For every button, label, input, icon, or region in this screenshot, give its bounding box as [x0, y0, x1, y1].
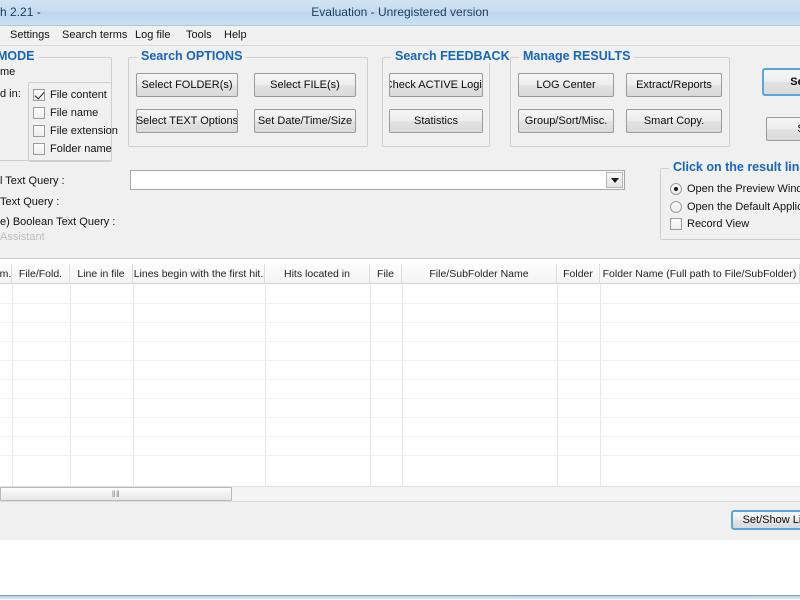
grid-row-divider	[0, 341, 800, 342]
grid-row-divider	[0, 379, 800, 380]
set-show-lines-button[interactable]: Set/Show Lin	[731, 510, 800, 530]
text-query-input[interactable]	[134, 173, 599, 188]
column-header-num[interactable]: m.	[0, 264, 12, 284]
checkbox-folder-name[interactable]: Folder name	[33, 143, 112, 155]
search-options-title: Search OPTIONS	[137, 49, 247, 63]
title-bar-center-text: Evaluation - Unregistered version	[311, 5, 489, 19]
column-header-line-in-file[interactable]: Line in file	[70, 264, 133, 284]
mode-find-in-label: d in:	[0, 88, 21, 100]
horizontal-scrollbar-track[interactable]: ‖‖	[0, 486, 800, 501]
query-assistant-label: Assistant	[0, 231, 45, 243]
group-sort-misc-button[interactable]: Group/Sort/Misc.	[518, 109, 614, 133]
select-files-button[interactable]: Select FILE(s)	[254, 73, 356, 97]
menu-item-settings[interactable]: Settings	[10, 29, 50, 41]
select-folders-button[interactable]: Select FOLDER(s)	[136, 73, 238, 97]
query-label-text-query-2: Text Query :	[0, 196, 60, 208]
result-line-title: Click on the result line	[669, 160, 800, 174]
manage-results-title: Manage RESULTS	[519, 49, 635, 63]
checkbox-record-view-label: Record View	[687, 218, 750, 230]
column-header-file-fold[interactable]: File/Fold.	[12, 264, 70, 284]
search-button[interactable]: Se	[762, 68, 800, 96]
checkbox-record-view[interactable]: Record View	[670, 218, 749, 230]
smart-copy-button[interactable]: Smart Copy.	[626, 109, 722, 133]
manage-results-groupbox: Manage RESULTS	[510, 49, 730, 147]
column-header-folder-name-full-path[interactable]: Folder Name (Full path to File/SubFolder…	[600, 264, 800, 284]
checkbox-file-extension[interactable]: File extension	[33, 125, 118, 137]
grid-row-divider	[0, 322, 800, 323]
grid-row-divider	[0, 436, 800, 437]
radio-open-preview-window-dot	[670, 183, 682, 195]
search-feedback-groupbox: Search FEEDBACK	[382, 49, 514, 147]
check-active-logic-button[interactable]: Check ACTIVE Logic	[389, 73, 483, 97]
column-header-lines-begin[interactable]: Lines begin with the first hit.	[133, 264, 265, 284]
column-header-file-subfolder-name[interactable]: File/SubFolder Name	[402, 264, 557, 284]
grid-row-divider	[0, 455, 800, 456]
stop-button[interactable]: S	[766, 117, 800, 141]
chevron-down-icon[interactable]	[606, 172, 623, 188]
desktop-bottom-edge	[0, 595, 800, 599]
mode-groupbox-title: MODE	[0, 49, 39, 63]
title-bar[interactable]: h 2.21 - Evaluation - Unregistered versi…	[0, 0, 800, 26]
radio-open-default-application[interactable]: Open the Default Applicatio	[670, 201, 800, 213]
results-grid-header: m. File/Fold. Line in file Lines begin w…	[0, 264, 800, 284]
radio-open-preview-window[interactable]: Open the Preview Window	[670, 183, 800, 195]
radio-open-preview-window-label: Open the Preview Window	[687, 183, 800, 195]
menu-bar: Settings Search terms Log file Tools Hel…	[0, 26, 800, 46]
menu-item-log-file[interactable]: Log file	[135, 29, 170, 41]
query-label-text-query-1: l Text Query :	[0, 175, 65, 187]
menu-item-help[interactable]: Help	[224, 29, 247, 41]
statistics-button[interactable]: Statistics	[389, 109, 483, 133]
select-text-options-button[interactable]: Select TEXT Options	[136, 109, 238, 133]
column-header-folder[interactable]: Folder	[557, 264, 600, 284]
checkbox-file-extension-box	[33, 125, 45, 137]
menu-item-search-terms[interactable]: Search terms	[62, 29, 127, 41]
grid-row-divider	[0, 398, 800, 399]
log-center-button[interactable]: LOG Center	[518, 73, 614, 97]
radio-open-default-application-dot	[670, 201, 682, 213]
column-header-hits-located[interactable]: Hits located in	[265, 264, 370, 284]
grid-row-divider	[0, 303, 800, 304]
horizontal-scrollbar-thumb[interactable]: ‖‖	[0, 487, 232, 501]
text-query-combobox[interactable]	[130, 170, 625, 190]
checkbox-file-extension-label: File extension	[50, 125, 118, 137]
grid-row-divider	[0, 360, 800, 361]
menu-item-tools[interactable]: Tools	[186, 29, 212, 41]
checkbox-file-content-label: File content	[50, 89, 107, 101]
search-feedback-title: Search FEEDBACK	[391, 49, 514, 63]
status-bar: Set/Show Lin	[0, 501, 800, 539]
radio-open-default-application-label: Open the Default Applicatio	[687, 201, 800, 213]
search-options-groupbox: Search OPTIONS	[128, 49, 368, 147]
checkbox-file-content-box	[33, 89, 45, 101]
grid-row-divider	[0, 417, 800, 418]
mode-name-label: me	[0, 66, 16, 78]
checkbox-folder-name-label: Folder name	[50, 143, 112, 155]
query-label-boolean-text-query: e) Boolean Text Query :	[0, 216, 116, 228]
checkbox-record-view-box	[670, 218, 682, 230]
checkbox-folder-name-box	[33, 143, 45, 155]
checkbox-file-name[interactable]: File name	[33, 107, 98, 119]
checkbox-file-name-label: File name	[50, 107, 99, 119]
set-date-time-size-button[interactable]: Set Date/Time/Size	[254, 109, 356, 133]
checkbox-file-content[interactable]: File content	[33, 89, 107, 101]
scrollbar-grip-icon: ‖‖	[111, 489, 121, 499]
extract-reports-button[interactable]: Extract/Reports	[626, 73, 722, 97]
application-window: h 2.21 - Evaluation - Unregistered versi…	[0, 0, 800, 540]
column-header-file[interactable]: File	[370, 264, 402, 284]
results-grid[interactable]: m. File/Fold. Line in file Lines begin w…	[0, 258, 800, 486]
checkbox-file-name-box	[33, 107, 45, 119]
desktop-background	[0, 540, 800, 600]
